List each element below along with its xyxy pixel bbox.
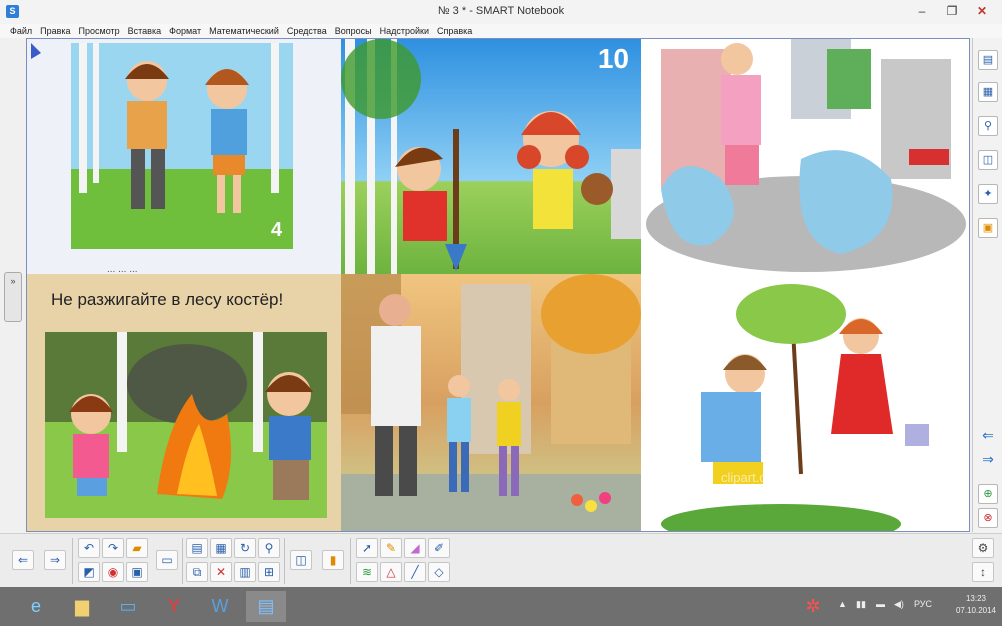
pen-icon[interactable]: ✎ — [380, 538, 402, 558]
save-icon[interactable]: ▣ — [126, 562, 148, 582]
window-title: № 3 * - SMART Notebook — [437, 5, 565, 17]
response-icon[interactable]: ▮ — [322, 550, 344, 570]
input-language[interactable]: РУС — [914, 599, 932, 609]
select-pointer-icon[interactable]: ➚ — [356, 538, 378, 558]
cleaning-picture — [646, 39, 966, 272]
eraser-icon[interactable]: ◢ — [404, 538, 426, 558]
zoom-icon[interactable]: ⚲ — [258, 538, 280, 558]
clipart-watermark: clipart.com — [721, 470, 784, 485]
addons-tab-icon[interactable]: ✦ — [978, 184, 998, 204]
clock-time: 13:23 — [965, 594, 986, 603]
card-number-4: 4 — [271, 219, 283, 241]
notebook-page-canvas[interactable]: 4 ... ... ... 10 Не разжигайте в лесу ко… — [26, 38, 970, 532]
menu-addons[interactable]: Надстройки — [376, 24, 433, 38]
menu-insert[interactable]: Вставка — [124, 24, 165, 38]
word-icon[interactable]: W — [200, 591, 240, 622]
illustration-autumn-street[interactable] — [341, 274, 641, 531]
previous-page-button[interactable]: ⇐ — [12, 550, 34, 570]
settings-gear-icon[interactable]: ⚙ — [972, 538, 994, 558]
windows-taskbar: e ▆ ▭ Y W ▤ ✲ ▲ ▮▮ ▬ ◀) РУС 13:23 07.10.… — [0, 587, 1002, 626]
page-number-badge: 10 — [597, 43, 629, 74]
planting-picture — [341, 39, 641, 274]
hide-sidebar-icon[interactable]: ◫ — [290, 550, 312, 570]
menu-tools[interactable]: Средства — [283, 24, 331, 38]
illustration-tree-planting[interactable]: clipart.com — [641, 274, 969, 531]
menu-questions[interactable]: Вопросы — [331, 24, 376, 38]
autumn-street-picture — [341, 274, 641, 531]
menu-file[interactable]: Файл — [6, 24, 36, 38]
insert-image-icon[interactable]: ▦ — [210, 538, 232, 558]
main-toolbar: ⇐ ⇒ ↶ ↷ ▰ ◩ ◉ ▣ ▭ ▤ ▦ ↻ ⚲ ⧉ ✕ ▥ ⊞ ◫ ▮ ➚ … — [0, 533, 1002, 587]
display-icon[interactable]: ▭ — [156, 550, 178, 570]
volume-icon[interactable]: ◀) — [894, 599, 904, 610]
toolbar-separator — [284, 538, 285, 584]
menu-help[interactable]: Справка — [433, 24, 476, 38]
fill-icon[interactable]: ◇ — [428, 562, 450, 582]
toolbar-separator — [182, 538, 183, 584]
copy-icon[interactable]: ⧉ — [186, 562, 208, 582]
forest-fire-caption: Не разжигайте в лесу костёр! — [51, 290, 284, 309]
next-page-button[interactable]: ⇒ — [44, 550, 66, 570]
smart-response-tab-icon[interactable]: ▣ — [978, 218, 998, 238]
paste-icon[interactable]: ▤ — [186, 538, 208, 558]
previous-page-arrow-icon[interactable]: ⇐ — [978, 426, 998, 444]
record-icon[interactable]: ◉ — [102, 562, 124, 582]
page-sorter-tab-icon[interactable]: ▤ — [978, 50, 998, 70]
internet-explorer-icon[interactable]: e — [16, 591, 56, 622]
attachments-tab-icon[interactable]: ⚲ — [978, 116, 998, 136]
antivirus-tray-icon[interactable]: ✲ — [796, 591, 830, 622]
delete-page-icon[interactable]: ⊗ — [978, 508, 998, 528]
shapes-icon[interactable]: △ — [380, 562, 402, 582]
forest-fire-picture — [45, 332, 327, 518]
computer-icon[interactable]: ▭ — [108, 591, 148, 622]
battery-icon[interactable]: ▬ — [876, 599, 885, 609]
smart-notebook-window: S № 3 * - SMART Notebook – ❐ ✕ Файл Прав… — [0, 0, 1002, 626]
network-icon[interactable]: ▮▮ — [856, 599, 866, 610]
minimize-button[interactable]: – — [910, 1, 934, 21]
gallery-tab-icon[interactable]: ▦ — [978, 82, 998, 102]
menu-format[interactable]: Формат — [165, 24, 205, 38]
rotate-icon[interactable]: ↻ — [234, 538, 256, 558]
clock-date: 07.10.2014 — [955, 606, 996, 615]
yandex-browser-icon[interactable]: Y — [154, 591, 194, 622]
close-button[interactable]: ✕ — [970, 1, 994, 21]
menu-edit[interactable]: Правка — [36, 24, 74, 38]
file-explorer-icon[interactable]: ▆ — [62, 591, 102, 622]
illustration-boys-in-forest[interactable]: 4 ... ... ... — [27, 39, 341, 274]
redo-button[interactable]: ↷ — [102, 538, 124, 558]
creative-pen-icon[interactable]: ≋ — [356, 562, 378, 582]
boys-forest-picture — [31, 43, 293, 249]
maximize-button[interactable]: ❐ — [940, 1, 964, 21]
document-camera-icon[interactable]: ▥ — [234, 562, 256, 582]
partial-caption-text: ... ... ... — [107, 264, 138, 274]
open-file-icon[interactable]: ▰ — [126, 538, 148, 558]
table-icon[interactable]: ⊞ — [258, 562, 280, 582]
title-bar: S № 3 * - SMART Notebook – ❐ ✕ — [0, 0, 1002, 24]
illustration-forest-fire-warning[interactable]: Не разжигайте в лесу костёр! — [27, 274, 341, 531]
menu-bar: Файл Правка Просмотр Вставка Формат Мате… — [0, 24, 1002, 38]
next-page-arrow-icon[interactable]: ⇒ — [978, 450, 998, 468]
add-page-icon[interactable]: ⊕ — [978, 484, 998, 504]
system-clock[interactable]: 13:23 07.10.2014 — [956, 593, 996, 617]
magic-pen-icon[interactable]: ✐ — [428, 538, 450, 558]
line-icon[interactable]: ╱ — [404, 562, 426, 582]
screen-shade-icon[interactable]: ◩ — [78, 562, 100, 582]
illustration-cleaning-litter[interactable] — [641, 39, 969, 274]
properties-tab-icon[interactable]: ◫ — [978, 150, 998, 170]
undo-button[interactable]: ↶ — [78, 538, 100, 558]
illustration-planting-trees[interactable]: 10 — [341, 39, 641, 274]
show-hidden-icons-icon[interactable]: ▲ — [838, 599, 847, 609]
sidebar-toggle-handle[interactable]: » — [4, 272, 22, 322]
right-sidebar: ▤ ▦ ⚲ ◫ ✦ ▣ ⇐ ⇒ ⊕ ⊗ — [972, 38, 1002, 532]
delete-icon[interactable]: ✕ — [210, 562, 232, 582]
smart-notebook-taskbar-icon[interactable]: ▤ — [246, 591, 286, 622]
toolbar-separator — [72, 538, 73, 584]
toolbar-position-icon[interactable]: ↕ — [972, 562, 994, 582]
menu-math[interactable]: Математический — [205, 24, 283, 38]
menu-view[interactable]: Просмотр — [75, 24, 124, 38]
toolbar-separator — [350, 538, 351, 584]
tree-planting-picture — [661, 284, 929, 531]
